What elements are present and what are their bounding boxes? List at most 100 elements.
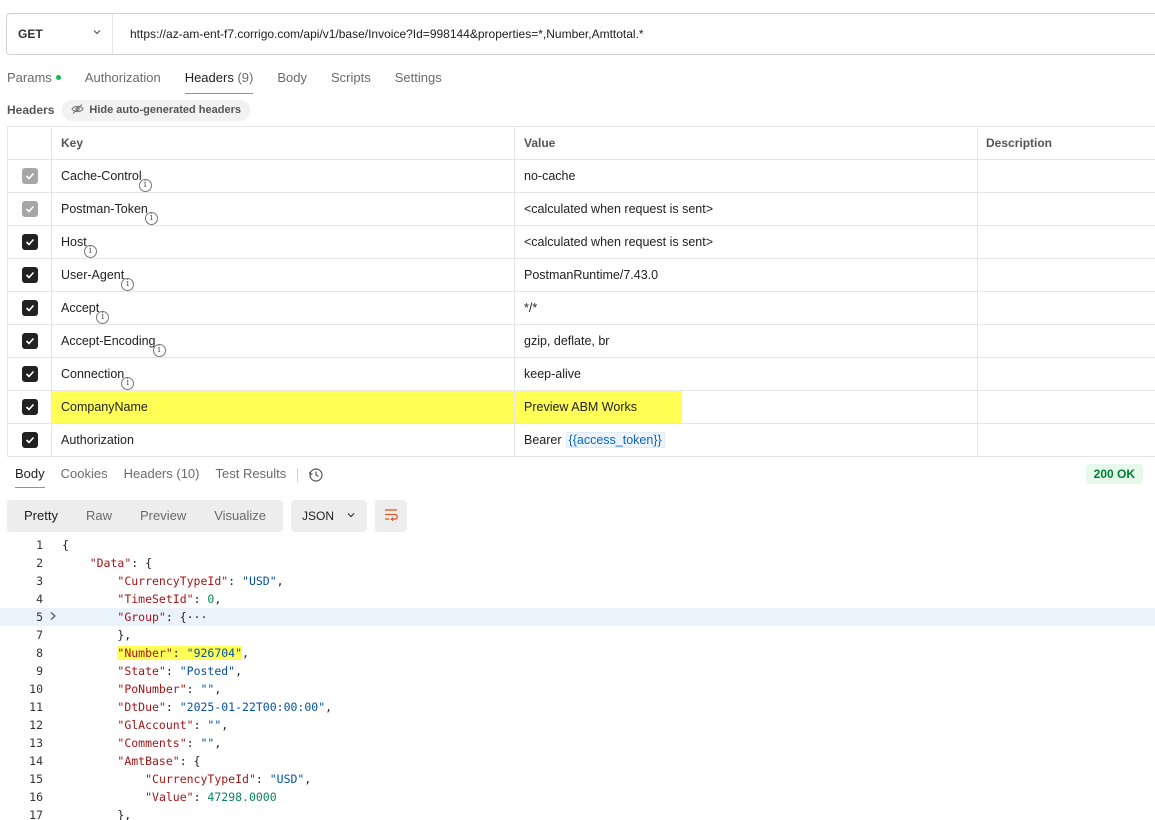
row-description[interactable] [978, 259, 1155, 291]
chevron-down-icon [346, 509, 356, 523]
view-mode-segmented: Pretty Raw Preview Visualize [7, 500, 284, 532]
row-value[interactable]: keep-alive [515, 358, 978, 390]
row-check-cell [7, 292, 52, 324]
code-line: 4 "TimeSetId": 0, [0, 590, 1155, 608]
row-value[interactable]: PostmanRuntime/7.43.0 [515, 259, 978, 291]
row-value-text: gzip, deflate, br [524, 334, 610, 348]
line-number: 1 [36, 538, 43, 552]
table-row: Authorization Bearer {{access_token}} [7, 424, 1155, 457]
row-checkbox[interactable] [21, 399, 38, 415]
json-key: "State" [117, 664, 166, 678]
tab-test-results[interactable]: Test Results [215, 466, 286, 487]
url-input[interactable]: https://az-am-ent-f7.corrigo.com/api/v1/… [113, 27, 644, 41]
row-value[interactable]: */* [515, 292, 978, 324]
tab-settings[interactable]: Settings [395, 70, 442, 94]
row-value-text: Preview ABM Works [524, 400, 637, 414]
view-preview-button[interactable]: Preview [126, 503, 200, 529]
row-description[interactable] [978, 226, 1155, 258]
tab-body-label: Body [277, 70, 307, 85]
row-description[interactable] [978, 391, 1155, 423]
tab-response-body[interactable]: Body [15, 466, 45, 488]
tab-response-cookies[interactable]: Cookies [61, 466, 108, 487]
code-line: 14 "AmtBase": { [0, 752, 1155, 770]
line-number: 12 [29, 718, 43, 732]
row-checkbox[interactable] [21, 333, 38, 349]
row-checkbox[interactable] [21, 168, 38, 184]
chevron-right-icon[interactable] [43, 611, 62, 624]
line-number: 4 [36, 592, 43, 606]
row-value[interactable]: gzip, deflate, br [515, 325, 978, 357]
row-key-text: Connection [61, 367, 125, 381]
code-line-selected: 5 "Group": {··· [0, 608, 1155, 626]
variable-token[interactable]: {{access_token}} [565, 432, 665, 448]
row-description[interactable] [978, 325, 1155, 357]
row-checkbox[interactable] [21, 201, 38, 217]
row-description[interactable] [978, 160, 1155, 192]
headers-section-label: Headers [7, 103, 55, 117]
row-value[interactable]: Bearer {{access_token}} [515, 424, 978, 456]
row-checkbox[interactable] [21, 267, 38, 283]
tab-headers[interactable]: Headers (9) [184, 70, 254, 94]
info-icon[interactable]: i [138, 178, 152, 192]
tab-response-headers[interactable]: Headers (10) [124, 466, 200, 487]
line-number: 9 [36, 664, 43, 678]
response-body-code[interactable]: 1{ 2 "Data": { 3 "CurrencyTypeId": "USD"… [0, 536, 1155, 820]
row-key[interactable]: CompanyName [52, 391, 515, 423]
code-line: 2 "Data": { [0, 554, 1155, 572]
code-line: 9 "State": "Posted", [0, 662, 1155, 680]
wrap-lines-button[interactable] [375, 500, 408, 532]
code-text: "Value": 47298.0000 [145, 790, 277, 804]
column-header-key: Key [52, 127, 515, 159]
line-number: 3 [36, 574, 43, 588]
history-icon[interactable] [308, 467, 324, 486]
view-raw-button[interactable]: Raw [72, 503, 126, 529]
code-line: 16 "Value": 47298.0000 [0, 788, 1155, 806]
tab-authorization[interactable]: Authorization [85, 70, 161, 94]
row-value-text: PostmanRuntime/7.43.0 [524, 268, 659, 282]
tab-scripts[interactable]: Scripts [331, 70, 371, 94]
row-key[interactable]: Connection i [52, 358, 515, 390]
row-check-cell [7, 226, 52, 258]
tab-params[interactable]: Params [7, 70, 61, 94]
row-value-text: keep-alive [524, 367, 581, 381]
row-key[interactable]: Postman-Token i [52, 193, 515, 225]
row-checkbox[interactable] [21, 234, 38, 250]
method-select[interactable]: GET [7, 14, 113, 54]
row-key[interactable]: Host i [52, 226, 515, 258]
row-key[interactable]: Authorization [52, 424, 515, 456]
row-description[interactable] [978, 424, 1155, 456]
info-icon[interactable]: i [152, 343, 166, 357]
status-badge[interactable]: 200 OK [1085, 464, 1143, 484]
code-text: "Data": { [89, 556, 153, 570]
row-key[interactable]: Accept-Encoding i [52, 325, 515, 357]
row-checkbox[interactable] [21, 432, 38, 448]
row-check-cell [7, 358, 52, 390]
row-value[interactable]: <calculated when request is sent> [515, 193, 978, 225]
info-icon[interactable]: i [83, 244, 97, 258]
row-value[interactable]: <calculated when request is sent> [515, 226, 978, 258]
row-key[interactable]: Cache-Control i [52, 160, 515, 192]
hide-auto-headers-button[interactable]: Hide auto-generated headers [62, 99, 250, 121]
row-key[interactable]: Accept i [52, 292, 515, 324]
info-icon[interactable]: i [96, 310, 110, 324]
row-key[interactable]: User-Agent i [52, 259, 515, 291]
row-checkbox[interactable] [21, 366, 38, 382]
row-description[interactable] [978, 292, 1155, 324]
info-icon[interactable]: i [121, 277, 135, 291]
info-icon[interactable]: i [144, 211, 158, 225]
view-visualize-button[interactable]: Visualize [200, 503, 280, 529]
response-tabs: Body Cookies Headers (10) Test Results 2… [7, 464, 1155, 492]
code-text: "CurrencyTypeId": "USD", [145, 772, 312, 786]
view-pretty-button[interactable]: Pretty [10, 503, 72, 529]
row-check-cell [7, 193, 52, 225]
row-value[interactable]: Preview ABM Works [515, 391, 978, 423]
row-value[interactable]: no-cache [515, 160, 978, 192]
line-number: 11 [29, 700, 43, 714]
row-checkbox[interactable] [21, 300, 38, 316]
code-text: "Comments": "", [117, 736, 222, 750]
tab-body[interactable]: Body [277, 70, 307, 94]
row-description[interactable] [978, 193, 1155, 225]
format-dropdown[interactable]: JSON [291, 500, 368, 532]
row-description[interactable] [978, 358, 1155, 390]
info-icon[interactable]: i [121, 376, 135, 390]
